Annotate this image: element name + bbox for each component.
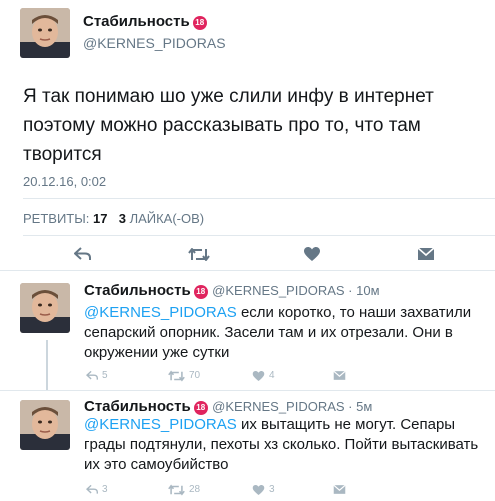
like-icon[interactable] [252,484,265,496]
reply-time[interactable]: 5м [356,399,372,414]
divider [0,390,495,391]
reply-text: @KERNES_PIDORAS их вытащить не могут. Се… [84,415,484,475]
reply-count: 5 [102,370,108,381]
author-avatar[interactable] [20,8,70,58]
like-icon[interactable] [303,246,321,262]
reply-icon[interactable] [86,370,99,381]
reply-author-handle[interactable]: @KERNES_PIDORAS [212,283,344,298]
retweets-label[interactable]: РЕТВИТЫ: [23,211,89,226]
divider [23,198,495,199]
author-name[interactable]: Стабильность [83,13,190,30]
age-badge: 18 [193,285,208,299]
reply-time[interactable]: 10м [356,283,379,298]
reply-icon[interactable] [86,484,99,495]
reply-avatar[interactable] [20,400,70,450]
direct-message-icon[interactable] [333,484,346,495]
retweet-icon[interactable] [168,370,185,382]
like-count: 3 [269,484,275,495]
stats-row: РЕТВИТЫ: 17 3 ЛАЙКА(-ОВ) [23,211,204,226]
direct-message-icon[interactable] [333,370,346,381]
retweets-count[interactable]: 17 [93,211,107,226]
divider [23,235,495,236]
direct-message-icon[interactable] [417,247,435,261]
reply-avatar[interactable] [20,283,70,333]
like-count: 4 [269,370,275,381]
thread-line [46,340,48,390]
reply-text: @KERNES_PIDORAS если коротко, то наши за… [84,303,484,363]
reply-author-name[interactable]: Стабильность [84,282,191,299]
mention-link[interactable]: @KERNES_PIDORAS [84,416,237,433]
retweet-count: 70 [189,370,201,381]
likes-label[interactable]: ЛАЙКА(-ОВ) [130,211,205,226]
tweet-text: Я так понимаю шо уже слили инфу в интерн… [23,86,434,165]
author-handle[interactable]: @KERNES_PIDORAS [83,35,226,51]
reply-icon[interactable] [74,246,92,262]
retweet-icon[interactable] [188,247,210,262]
reply-author-handle[interactable]: @KERNES_PIDORAS [212,399,344,414]
likes-count[interactable]: 3 [119,211,126,226]
reply-author-name[interactable]: Стабильность [84,398,191,415]
age-badge: 18 [192,16,207,30]
mention-link[interactable]: @KERNES_PIDORAS [84,304,237,321]
tweet-timestamp[interactable]: 20.12.16, 0:02 [23,174,106,189]
like-icon[interactable] [252,370,265,382]
retweet-icon[interactable] [168,484,185,496]
divider [0,270,495,271]
retweet-count: 28 [189,484,201,495]
reply-count: 3 [102,484,108,495]
age-badge: 18 [193,401,208,415]
